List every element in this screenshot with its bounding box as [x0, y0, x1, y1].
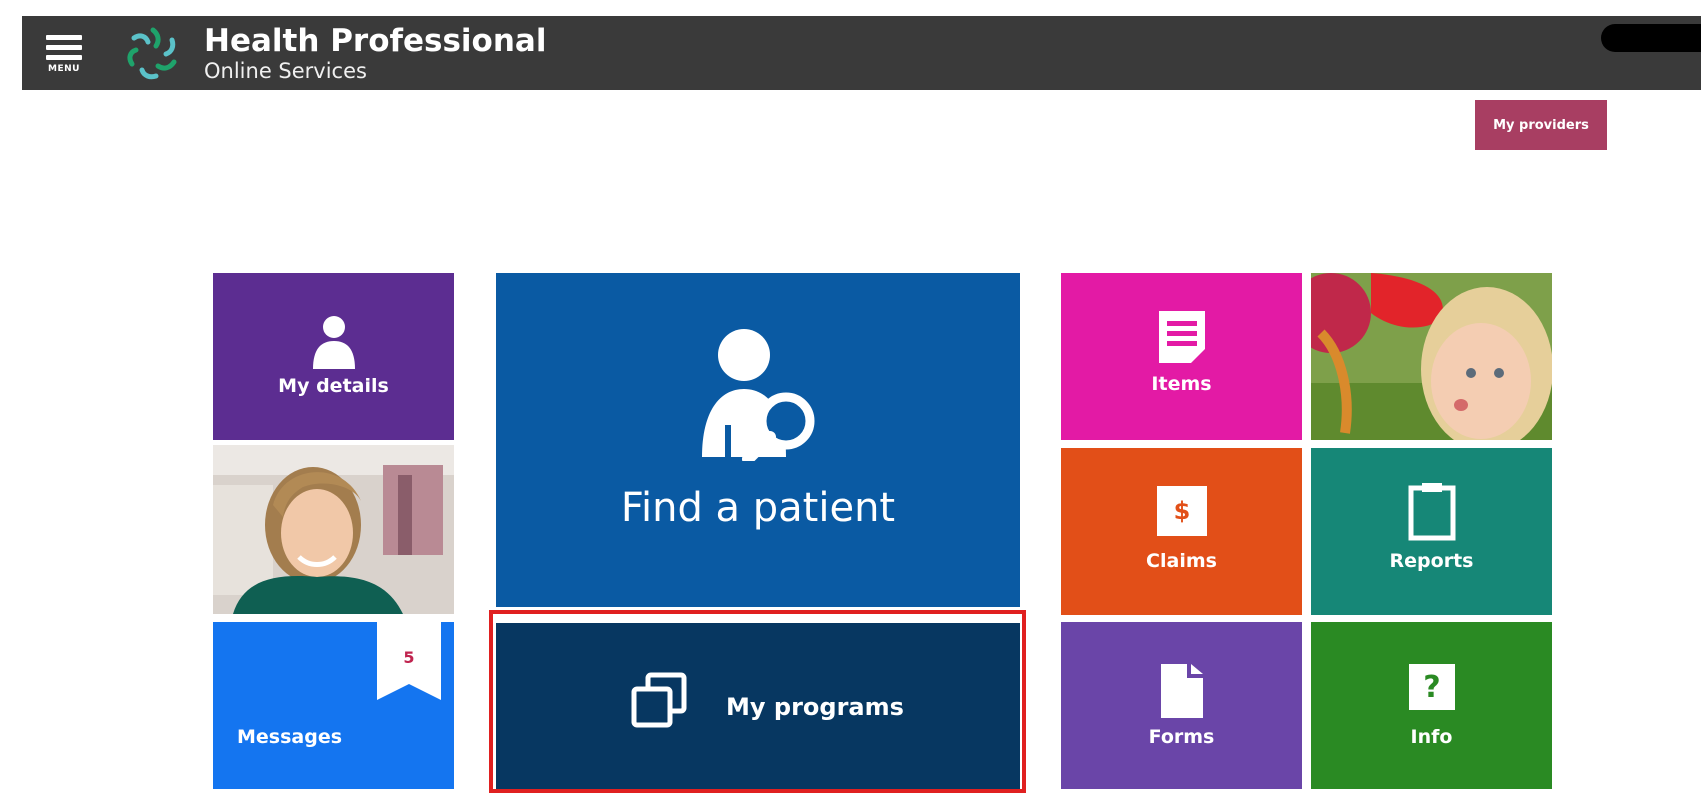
find-patient-label: Find a patient — [620, 485, 896, 531]
brand-title: Health Professional Online Services — [204, 22, 546, 82]
my-details-label: My details — [278, 375, 389, 397]
reports-tile[interactable]: Reports — [1311, 448, 1552, 615]
menu-label: MENU — [48, 64, 80, 74]
info-label: Info — [1410, 726, 1453, 748]
my-programs-label: My programs — [726, 693, 904, 721]
my-programs-tile[interactable]: My programs — [496, 623, 1020, 789]
question-icon: ? — [1409, 664, 1455, 710]
header-bar: MENU Health Professional Online Services — [22, 16, 1701, 90]
my-details-tile[interactable]: My details — [213, 273, 454, 440]
clinician-photo — [213, 445, 454, 614]
messages-label: Messages — [237, 726, 343, 748]
child-photo-image — [1311, 273, 1552, 440]
redacted-user-area — [1601, 24, 1701, 52]
messages-count: 5 — [403, 648, 415, 667]
claims-label: Claims — [1146, 550, 1217, 572]
forms-tile[interactable]: Forms — [1061, 622, 1302, 789]
person-search-icon — [702, 329, 815, 461]
menu-button[interactable]: MENU — [38, 27, 90, 79]
file-icon — [1161, 664, 1203, 718]
child-photo — [1311, 273, 1552, 440]
items-tile[interactable]: Items — [1061, 273, 1302, 440]
messages-tile[interactable]: 5 Messages — [213, 622, 454, 789]
find-patient-tile[interactable]: Find a patient — [496, 273, 1020, 607]
person-icon — [313, 316, 355, 369]
items-label: Items — [1151, 373, 1212, 395]
brand-title-line2: Online Services — [204, 59, 367, 83]
brand-title-line1: Health Professional — [204, 23, 547, 59]
clipboard-icon — [1408, 483, 1456, 541]
claims-tile[interactable]: $ Claims — [1061, 448, 1302, 615]
star-logo[interactable] — [122, 24, 184, 82]
reports-label: Reports — [1389, 550, 1474, 572]
dollar-icon: $ — [1157, 486, 1207, 536]
my-providers-button[interactable]: My providers — [1475, 100, 1607, 150]
hamburger-icon — [46, 34, 82, 40]
forms-label: Forms — [1148, 726, 1215, 748]
clinician-photo-image — [213, 445, 454, 614]
copy-windows-icon — [631, 672, 687, 728]
info-tile[interactable]: ? Info — [1311, 622, 1552, 789]
document-list-icon — [1159, 311, 1205, 363]
